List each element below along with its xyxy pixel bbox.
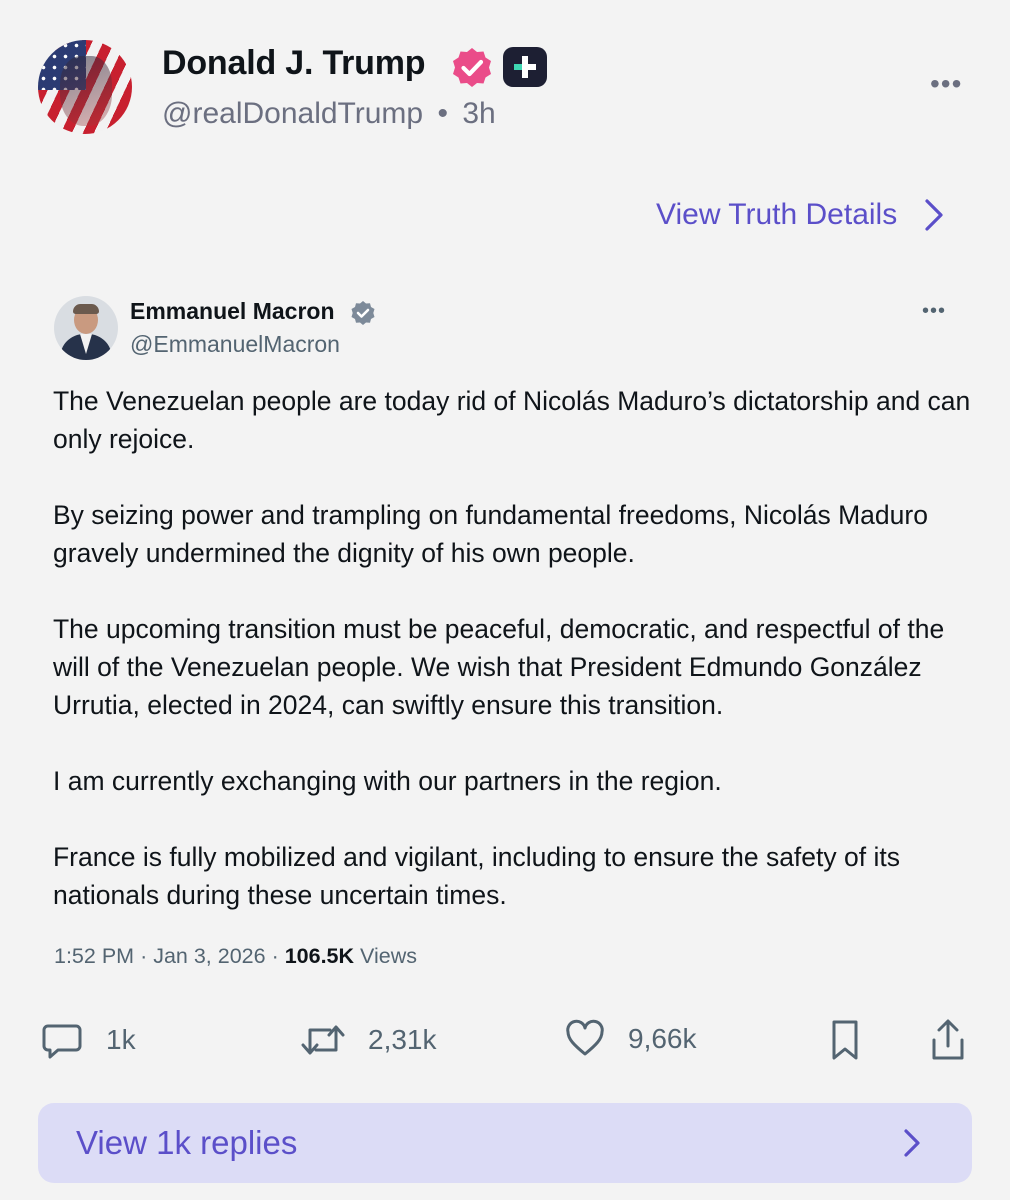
embedded-author-avatar[interactable] — [54, 296, 118, 360]
repost-button[interactable]: 2,31k — [300, 1018, 437, 1062]
author-handle-time: @realDonaldTrump • 3h — [162, 97, 496, 131]
more-options-icon[interactable]: ••• — [930, 70, 962, 98]
reply-icon — [42, 1024, 82, 1059]
view-replies-label: View 1k replies — [76, 1124, 298, 1161]
embedded-author-name[interactable]: Emmanuel Macron — [130, 298, 335, 325]
view-truth-details-link[interactable]: View Truth Details — [656, 198, 945, 232]
share-button[interactable] — [928, 1018, 968, 1064]
avatar[interactable] — [38, 40, 132, 134]
post-date[interactable]: Jan 3, 2026 — [153, 944, 265, 968]
bookmark-icon — [832, 1020, 858, 1060]
plus-icon — [514, 56, 536, 78]
author-handle[interactable]: @realDonaldTrump — [162, 97, 423, 130]
views-label: Views — [360, 944, 417, 968]
chevron-right-icon — [925, 199, 943, 231]
embedded-post-text: The Venezuelan people are today rid of N… — [53, 382, 973, 952]
truth-plus-badge — [503, 47, 547, 87]
share-icon — [932, 1019, 964, 1060]
bookmark-button[interactable] — [826, 1018, 864, 1062]
embedded-more-options-icon[interactable]: ••• — [922, 300, 946, 323]
post-paragraph: The Venezuelan people are today rid of N… — [53, 386, 971, 454]
repost-icon — [301, 1025, 345, 1055]
post-paragraph: By seizing power and trampling on fundam… — [53, 500, 928, 568]
author-name[interactable]: Donald J. Trump — [162, 44, 426, 83]
verified-badge-icon — [351, 301, 375, 325]
view-replies-button[interactable]: View 1k replies — [38, 1103, 972, 1183]
verified-badge-icon — [453, 48, 491, 87]
repost-count: 2,31k — [368, 1024, 437, 1055]
heart-icon — [566, 1019, 604, 1056]
view-truth-details-label: View Truth Details — [656, 198, 898, 231]
post-paragraph: France is fully mobilized and vigilant, … — [53, 842, 900, 910]
embedded-author-handle[interactable]: @EmmanuelMacron — [130, 331, 340, 358]
like-count: 9,66k — [628, 1023, 697, 1054]
reply-count: 1k — [106, 1024, 136, 1055]
like-button[interactable]: 9,66k — [564, 1018, 697, 1060]
views-count: 106.5K — [284, 944, 355, 968]
post-paragraph: The upcoming transition must be peaceful… — [53, 614, 945, 720]
post-timestamp[interactable]: 1:52 PM — [54, 944, 134, 968]
reply-button[interactable]: 1k — [40, 1018, 136, 1062]
separator-dot: • — [437, 97, 448, 130]
chevron-right-icon — [904, 1129, 920, 1157]
post-time: 3h — [462, 97, 496, 130]
post-meta: 1:52 PM · Jan 3, 2026 · 106.5K Views — [54, 944, 417, 968]
post-paragraph: I am currently exchanging with our partn… — [53, 766, 722, 796]
